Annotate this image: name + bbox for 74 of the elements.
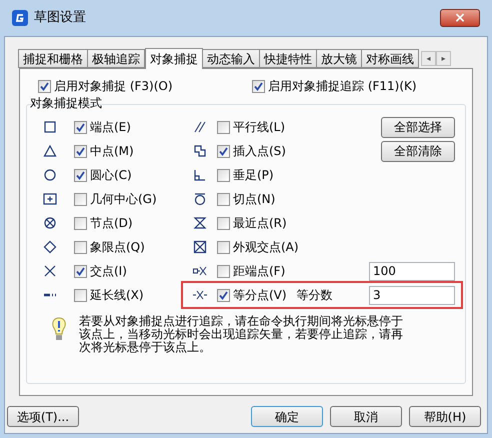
snap-icon — [43, 264, 57, 278]
group-title: 对象捕捉模式 — [30, 96, 103, 110]
field-label: 等分数 — [296, 287, 333, 304]
option-label: 等分点(V) — [233, 287, 287, 304]
dialog-button[interactable]: 全部清除 — [381, 140, 455, 162]
dialog-button[interactable]: 选项(T)... — [7, 406, 79, 427]
option-label: 几何中心(G) — [90, 191, 157, 208]
snap-icon — [193, 288, 207, 302]
input-field[interactable]: 100 — [369, 262, 455, 280]
option-label: 最近点(R) — [233, 215, 287, 232]
snap-icon — [193, 120, 207, 134]
checkbox[interactable] — [74, 192, 87, 206]
checkbox[interactable] — [74, 168, 87, 182]
tab[interactable]: 对象捕捉 — [145, 48, 203, 69]
tab-scroll-button[interactable]: ◂ — [421, 51, 436, 66]
checkbox[interactable] — [74, 288, 87, 302]
checkbox[interactable] — [74, 216, 87, 230]
snap-icon — [43, 216, 57, 230]
tab[interactable]: 极轴追踪 — [87, 49, 145, 68]
checkbox[interactable] — [217, 240, 230, 254]
snap-icon — [193, 240, 207, 254]
snap-icon — [43, 168, 57, 182]
option-label: 插入点(S) — [233, 143, 286, 160]
option-label: 垂足(P) — [233, 167, 274, 184]
snap-icon — [43, 192, 57, 206]
snap-icon — [193, 216, 207, 230]
checkbox[interactable] — [217, 264, 230, 278]
checkbox[interactable] — [38, 80, 51, 92]
checkbox[interactable] — [217, 216, 230, 230]
snap-icon — [43, 240, 57, 254]
checkbox[interactable] — [217, 168, 230, 182]
option-label: 中点(M) — [90, 143, 134, 160]
lightbulb-icon — [51, 317, 67, 343]
option-label: 端点(E) — [90, 119, 131, 136]
tab[interactable]: 对称画线 — [361, 49, 419, 68]
dialog-button[interactable]: 全部选择 — [381, 116, 455, 138]
dialog-button[interactable]: 帮助(H) — [409, 406, 481, 427]
option-label: 启用对象捕捉追踪 (F11)(K) — [268, 78, 417, 95]
snap-icon — [193, 168, 207, 182]
option-label: 交点(I) — [90, 263, 127, 280]
tab[interactable]: 动态输入 — [202, 49, 260, 68]
checkbox[interactable] — [217, 288, 230, 302]
option-label: 延长线(X) — [90, 287, 144, 304]
option-label: 圆心(C) — [90, 167, 132, 184]
checkbox[interactable] — [74, 264, 87, 278]
tab[interactable]: 捕捉和栅格 — [18, 49, 88, 68]
tab[interactable]: 快捷特性 — [259, 49, 317, 68]
checkbox[interactable] — [252, 80, 265, 92]
option-label: 平行线(L) — [233, 119, 286, 136]
checkbox[interactable] — [217, 192, 230, 206]
tab-scroll-button[interactable]: ▸ — [436, 51, 451, 66]
snap-icon — [43, 144, 57, 158]
hint-text: 若要从对象捕捉点进行追踪，请在命令执行期间将光标悬停于该点上，当移动光标时会出现追踪矢量，若要停止追踪，请再次将光标悬停于该点上。 — [79, 315, 404, 354]
tab[interactable]: 放大镜 — [316, 49, 362, 68]
checkbox[interactable] — [217, 144, 230, 158]
app-logo-icon — [12, 10, 28, 26]
checkbox[interactable] — [217, 120, 230, 134]
checkbox[interactable] — [74, 240, 87, 254]
window-title: 草图设置 — [34, 9, 86, 28]
option-label: 切点(N) — [233, 191, 276, 208]
checkbox[interactable] — [74, 144, 87, 158]
dialog-button[interactable]: 取消 — [330, 406, 402, 427]
option-label: 外观交点(A) — [233, 239, 299, 256]
option-label: 象限点(Q) — [90, 239, 145, 256]
option-label: 节点(D) — [90, 215, 133, 232]
snap-icon — [193, 264, 207, 278]
option-label: 启用对象捕捉 (F3)(O) — [54, 78, 173, 95]
snap-icon — [193, 192, 207, 206]
input-field[interactable]: 3 — [369, 286, 455, 304]
dialog-button[interactable]: 确定 — [251, 406, 323, 427]
checkbox[interactable] — [74, 120, 87, 134]
option-label: 距端点(F) — [233, 263, 286, 280]
snap-icon — [193, 144, 207, 158]
snap-icon — [43, 120, 57, 134]
